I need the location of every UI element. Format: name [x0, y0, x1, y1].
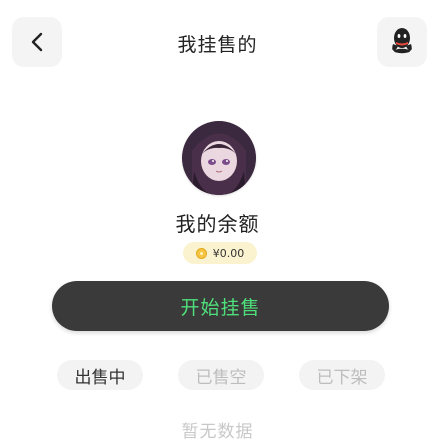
status-tabs: 出售中 已售空 已下架 — [0, 360, 435, 394]
tab-label: 已下架 — [316, 367, 368, 388]
qq-icon — [389, 26, 415, 58]
balance-badge: ¥0.00 — [183, 242, 257, 264]
start-selling-button[interactable]: 开始挂售 — [52, 281, 389, 331]
tab-removed[interactable]: 已下架 — [299, 360, 385, 390]
empty-state-text: 暂无数据 — [181, 422, 254, 442]
tab-on-sale[interactable]: 出售中 — [57, 360, 143, 390]
tab-label: 出售中 — [74, 367, 126, 388]
tab-sold-out[interactable]: 已售空 — [178, 360, 264, 390]
balance-value: ¥0.00 — [212, 246, 245, 260]
qq-button[interactable] — [377, 17, 427, 67]
app-header: 我挂售的 — [0, 0, 435, 90]
avatar[interactable] — [182, 121, 256, 195]
page-title: 我挂售的 — [177, 34, 258, 56]
start-selling-label: 开始挂售 — [180, 296, 261, 319]
tab-label: 已售空 — [195, 367, 247, 388]
balance-label: 我的余额 — [175, 212, 260, 236]
coin-icon — [195, 247, 207, 259]
